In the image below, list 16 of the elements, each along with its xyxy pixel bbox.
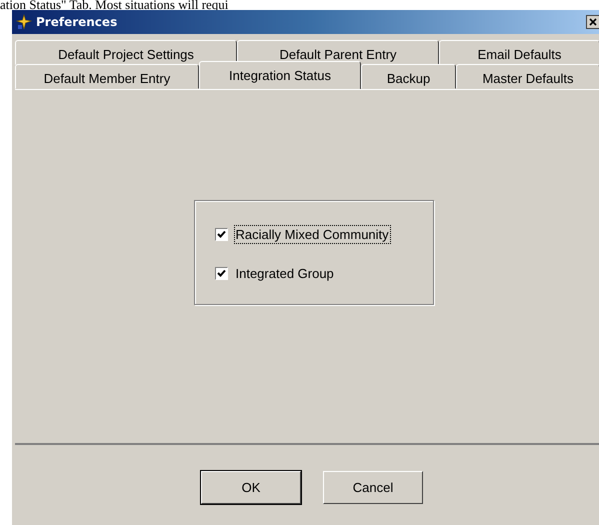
tab[interactable]: Default Project Settings bbox=[15, 40, 237, 65]
dialog-button[interactable]: OK bbox=[201, 471, 301, 504]
checkbox-label[interactable]: Racially Mixed Community bbox=[234, 225, 391, 244]
dialog-button[interactable]: Cancel bbox=[323, 471, 423, 504]
window-title: Preferences bbox=[36, 15, 118, 29]
checkbox[interactable] bbox=[214, 228, 228, 241]
tab[interactable]: Email Defaults bbox=[439, 40, 599, 65]
close-icon[interactable] bbox=[586, 15, 599, 29]
tab[interactable]: Backup bbox=[361, 64, 456, 89]
tab[interactable]: Integration Status bbox=[199, 61, 361, 89]
tab[interactable]: Master Defaults bbox=[456, 64, 599, 89]
tab[interactable]: Default Member Entry bbox=[15, 64, 199, 89]
checkbox[interactable] bbox=[214, 267, 228, 280]
sparkle-icon bbox=[16, 14, 32, 30]
document-text: ation Status" Tab. Most situations will requi bbox=[0, 0, 228, 10]
checkbox-label[interactable]: Integrated Group bbox=[234, 264, 336, 283]
